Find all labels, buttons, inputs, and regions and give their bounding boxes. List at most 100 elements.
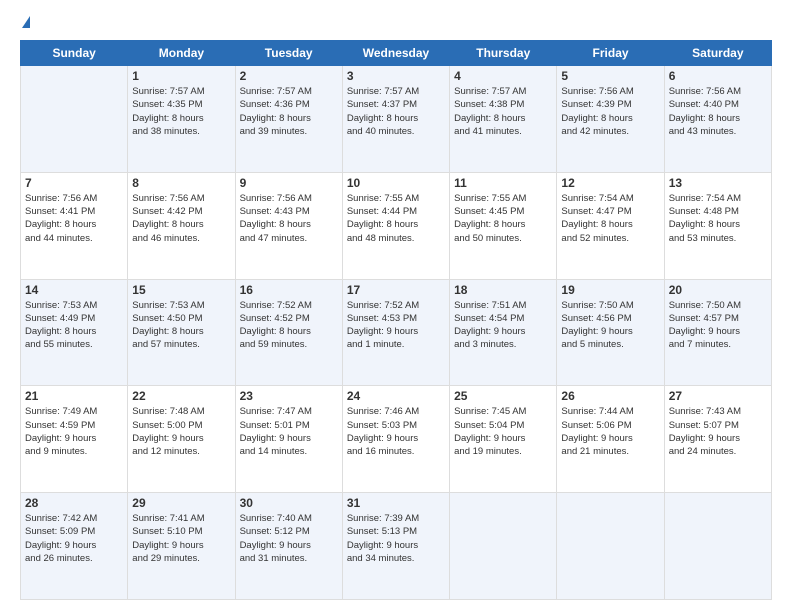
day-info: Sunrise: 7:57 AM Sunset: 4:35 PM Dayligh… [132,85,230,138]
day-number: 30 [240,496,338,510]
day-number: 7 [25,176,123,190]
calendar-cell: 14Sunrise: 7:53 AM Sunset: 4:49 PM Dayli… [21,279,128,386]
calendar-cell: 27Sunrise: 7:43 AM Sunset: 5:07 PM Dayli… [664,386,771,493]
day-info: Sunrise: 7:55 AM Sunset: 4:45 PM Dayligh… [454,192,552,245]
day-info: Sunrise: 7:50 AM Sunset: 4:57 PM Dayligh… [669,299,767,352]
day-info: Sunrise: 7:39 AM Sunset: 5:13 PM Dayligh… [347,512,445,565]
day-info: Sunrise: 7:56 AM Sunset: 4:41 PM Dayligh… [25,192,123,245]
day-number: 27 [669,389,767,403]
day-number: 17 [347,283,445,297]
calendar-cell: 11 Sunrise: 7:55 AM Sunset: 4:45 PM Dayli… [450,172,557,279]
day-info: Sunrise: 7:44 AM Sunset: 5:06 PM Dayligh… [561,405,659,458]
day-number: 15 [132,283,230,297]
week-row-3: 21 Sunrise: 7:49 AM Sunset: 4:59 PM Dayli… [21,386,772,493]
calendar-cell: 30 Sunrise: 7:40 AM Sunset: 5:12 PM Dayli… [235,493,342,600]
day-number: 24 [347,389,445,403]
day-header-tuesday: Tuesday [235,41,342,66]
calendar-cell: 26 Sunrise: 7:44 AM Sunset: 5:06 PM Dayli… [557,386,664,493]
day-number: 8 [132,176,230,190]
day-number: 5 [561,69,659,83]
calendar-cell: 9 Sunrise: 7:56 AM Sunset: 4:43 PM Daylig… [235,172,342,279]
day-info: Sunrise: 7:56 AM Sunset: 4:40 PM Dayligh… [669,85,767,138]
calendar-cell: 5 Sunrise: 7:56 AM Sunset: 4:39 PM Daylig… [557,66,664,173]
day-number: 31 [347,496,445,510]
calendar-cell: 10Sunrise: 7:55 AM Sunset: 4:44 PM Dayli… [342,172,449,279]
calendar-cell: 22Sunrise: 7:48 AM Sunset: 5:00 PM Dayli… [128,386,235,493]
day-info: Sunrise: 7:57 AM Sunset: 4:38 PM Dayligh… [454,85,552,138]
day-info: Sunrise: 7:49 AM Sunset: 4:59 PM Dayligh… [25,405,123,458]
page: SundayMondayTuesdayWednesdayThursdayFrid… [0,0,792,612]
day-header-monday: Monday [128,41,235,66]
day-info: Sunrise: 7:57 AM Sunset: 4:36 PM Dayligh… [240,85,338,138]
logo-icon [22,16,30,28]
calendar-cell: 23 Sunrise: 7:47 AM Sunset: 5:01 PM Dayli… [235,386,342,493]
calendar-cell: 17 Sunrise: 7:52 AM Sunset: 4:53 PM Dayli… [342,279,449,386]
calendar-cell [664,493,771,600]
day-info: Sunrise: 7:52 AM Sunset: 4:53 PM Dayligh… [347,299,445,352]
calendar-cell: 18Sunrise: 7:51 AM Sunset: 4:54 PM Dayli… [450,279,557,386]
calendar-cell: 2 Sunrise: 7:57 AM Sunset: 4:36 PM Daylig… [235,66,342,173]
day-number: 19 [561,283,659,297]
day-info: Sunrise: 7:55 AM Sunset: 4:44 PM Dayligh… [347,192,445,245]
day-info: Sunrise: 7:56 AM Sunset: 4:42 PM Dayligh… [132,192,230,245]
calendar-cell: 25 Sunrise: 7:45 AM Sunset: 5:04 PM Dayli… [450,386,557,493]
day-info: Sunrise: 7:54 AM Sunset: 4:48 PM Dayligh… [669,192,767,245]
calendar-cell: 12 Sunrise: 7:54 AM Sunset: 4:47 PM Dayli… [557,172,664,279]
day-info: Sunrise: 7:56 AM Sunset: 4:43 PM Dayligh… [240,192,338,245]
week-row-0: 1 Sunrise: 7:57 AM Sunset: 4:35 PM Daylig… [21,66,772,173]
day-number: 21 [25,389,123,403]
day-info: Sunrise: 7:52 AM Sunset: 4:52 PM Dayligh… [240,299,338,352]
day-number: 26 [561,389,659,403]
day-number: 28 [25,496,123,510]
day-number: 16 [240,283,338,297]
day-info: Sunrise: 7:40 AM Sunset: 5:12 PM Dayligh… [240,512,338,565]
day-info: Sunrise: 7:48 AM Sunset: 5:00 PM Dayligh… [132,405,230,458]
day-number: 2 [240,69,338,83]
calendar-cell: 16 Sunrise: 7:52 AM Sunset: 4:52 PM Dayli… [235,279,342,386]
calendar-cell: 29 Sunrise: 7:41 AM Sunset: 5:10 PM Dayli… [128,493,235,600]
day-header-thursday: Thursday [450,41,557,66]
header-row: SundayMondayTuesdayWednesdayThursdayFrid… [21,41,772,66]
calendar-cell: 19 Sunrise: 7:50 AM Sunset: 4:56 PM Dayli… [557,279,664,386]
day-info: Sunrise: 7:54 AM Sunset: 4:47 PM Dayligh… [561,192,659,245]
calendar-cell: 4 Sunrise: 7:57 AM Sunset: 4:38 PM Daylig… [450,66,557,173]
calendar-cell [21,66,128,173]
day-number: 6 [669,69,767,83]
calendar-table: SundayMondayTuesdayWednesdayThursdayFrid… [20,40,772,600]
day-info: Sunrise: 7:47 AM Sunset: 5:01 PM Dayligh… [240,405,338,458]
day-info: Sunrise: 7:50 AM Sunset: 4:56 PM Dayligh… [561,299,659,352]
calendar-cell: 20 Sunrise: 7:50 AM Sunset: 4:57 PM Dayli… [664,279,771,386]
week-row-1: 7 Sunrise: 7:56 AM Sunset: 4:41 PM Daylig… [21,172,772,279]
week-row-2: 14Sunrise: 7:53 AM Sunset: 4:49 PM Dayli… [21,279,772,386]
day-number: 9 [240,176,338,190]
day-number: 4 [454,69,552,83]
day-number: 23 [240,389,338,403]
day-info: Sunrise: 7:42 AM Sunset: 5:09 PM Dayligh… [25,512,123,565]
day-header-friday: Friday [557,41,664,66]
day-number: 14 [25,283,123,297]
calendar-cell: 3Sunrise: 7:57 AM Sunset: 4:37 PM Daylig… [342,66,449,173]
day-info: Sunrise: 7:51 AM Sunset: 4:54 PM Dayligh… [454,299,552,352]
day-info: Sunrise: 7:53 AM Sunset: 4:50 PM Dayligh… [132,299,230,352]
calendar-cell: 7 Sunrise: 7:56 AM Sunset: 4:41 PM Daylig… [21,172,128,279]
day-number: 12 [561,176,659,190]
logo [20,16,30,30]
day-info: Sunrise: 7:56 AM Sunset: 4:39 PM Dayligh… [561,85,659,138]
day-info: Sunrise: 7:41 AM Sunset: 5:10 PM Dayligh… [132,512,230,565]
calendar-cell [450,493,557,600]
day-number: 3 [347,69,445,83]
calendar-cell: 6 Sunrise: 7:56 AM Sunset: 4:40 PM Daylig… [664,66,771,173]
calendar-cell: 8 Sunrise: 7:56 AM Sunset: 4:42 PM Daylig… [128,172,235,279]
calendar-cell: 28 Sunrise: 7:42 AM Sunset: 5:09 PM Dayli… [21,493,128,600]
header [20,16,772,30]
day-header-saturday: Saturday [664,41,771,66]
day-number: 29 [132,496,230,510]
day-info: Sunrise: 7:45 AM Sunset: 5:04 PM Dayligh… [454,405,552,458]
calendar-cell: 24Sunrise: 7:46 AM Sunset: 5:03 PM Dayli… [342,386,449,493]
calendar-cell [557,493,664,600]
day-number: 25 [454,389,552,403]
day-number: 11 [454,176,552,190]
week-row-4: 28 Sunrise: 7:42 AM Sunset: 5:09 PM Dayli… [21,493,772,600]
day-number: 20 [669,283,767,297]
day-number: 1 [132,69,230,83]
